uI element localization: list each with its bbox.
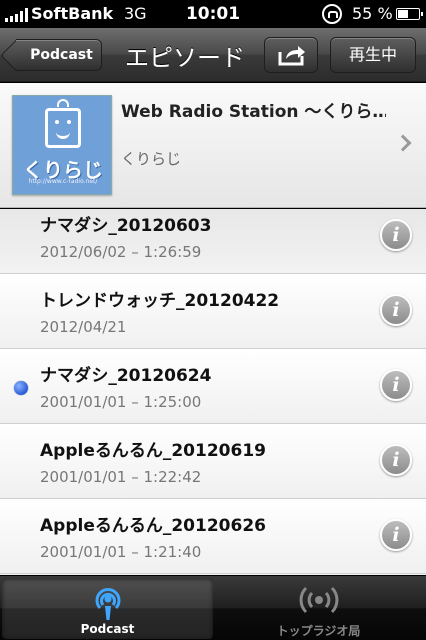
navigation-bar: Podcast エピソード 再生中 (0, 28, 426, 82)
status-bar: SoftBank 3G 10:01 55 % (0, 0, 426, 28)
episode-row[interactable]: ナマダシ_20120603 2012/06/02 – 1:26:59 i (0, 209, 426, 274)
podcast-title: Web Radio Station 〜くりら… (121, 102, 386, 122)
now-playing-button[interactable]: 再生中 (330, 37, 416, 73)
episode-meta: 2001/01/01 – 1:22:42 (40, 468, 202, 486)
page-title: エピソード (125, 44, 245, 72)
episode-meta: 2001/01/01 – 1:25:00 (40, 393, 202, 411)
info-button[interactable]: i (380, 294, 412, 326)
info-button[interactable]: i (380, 369, 412, 401)
episode-meta: 2001/01/01 – 1:21:40 (40, 543, 202, 561)
tab-label: トップラジオ局 (276, 624, 361, 638)
tab-top-radio-stations[interactable]: トップラジオ局 (213, 578, 424, 639)
episode-title: ナマダシ_20120603 (40, 216, 212, 236)
episode-title: トレンドウォッチ_20120422 (40, 291, 280, 311)
artwork-caption: http://www.c-radio.net/ (28, 178, 98, 185)
info-button[interactable]: i (380, 519, 412, 551)
episode-row[interactable]: Appleるんるん_20120626 2001/01/01 – 1:21:40 … (0, 499, 426, 574)
episode-row[interactable]: ナマダシ_20120624 2001/01/01 – 1:25:00 i (0, 349, 426, 424)
episode-title: Appleるんるん_20120619 (40, 441, 266, 461)
tab-bar: Podcast トップラジオ局 (0, 575, 426, 640)
episode-title: ナマダシ_20120624 (40, 366, 212, 386)
podcast-author: くりらじ (121, 150, 182, 168)
broadcast-icon (299, 586, 338, 614)
episode-row[interactable]: トレンドウォッチ_20120422 2012/04/21 i (0, 274, 426, 349)
battery-icon (396, 8, 423, 20)
tab-label: Podcast (80, 622, 135, 636)
info-button[interactable]: i (380, 219, 412, 251)
share-button[interactable] (264, 37, 318, 73)
back-button[interactable]: Podcast (16, 39, 102, 71)
battery-fill (398, 10, 408, 18)
episode-row[interactable]: Appleるんるん_20120619 2001/01/01 – 1:22:42 … (0, 424, 426, 499)
episode-title: Appleるんるん_20120626 (40, 516, 266, 536)
podcast-artwork: くりらじ http://www.c-radio.net/ (12, 95, 112, 195)
episode-meta: 2012/06/02 – 1:26:59 (40, 243, 202, 261)
episode-list[interactable]: ナマダシ_20120603 2012/06/02 – 1:26:59 i トレン… (0, 209, 426, 575)
podcast-icon (95, 588, 120, 620)
episode-meta: 2012/04/21 (40, 318, 127, 336)
battery-percent: 55 % (352, 4, 393, 23)
mascot-icon (45, 108, 81, 148)
unplayed-indicator-icon (14, 381, 28, 395)
rotation-lock-icon (322, 4, 342, 24)
share-icon (278, 46, 305, 66)
tab-podcast[interactable]: Podcast (2, 578, 213, 639)
info-button[interactable]: i (380, 444, 412, 476)
antenna-icon (57, 99, 69, 107)
